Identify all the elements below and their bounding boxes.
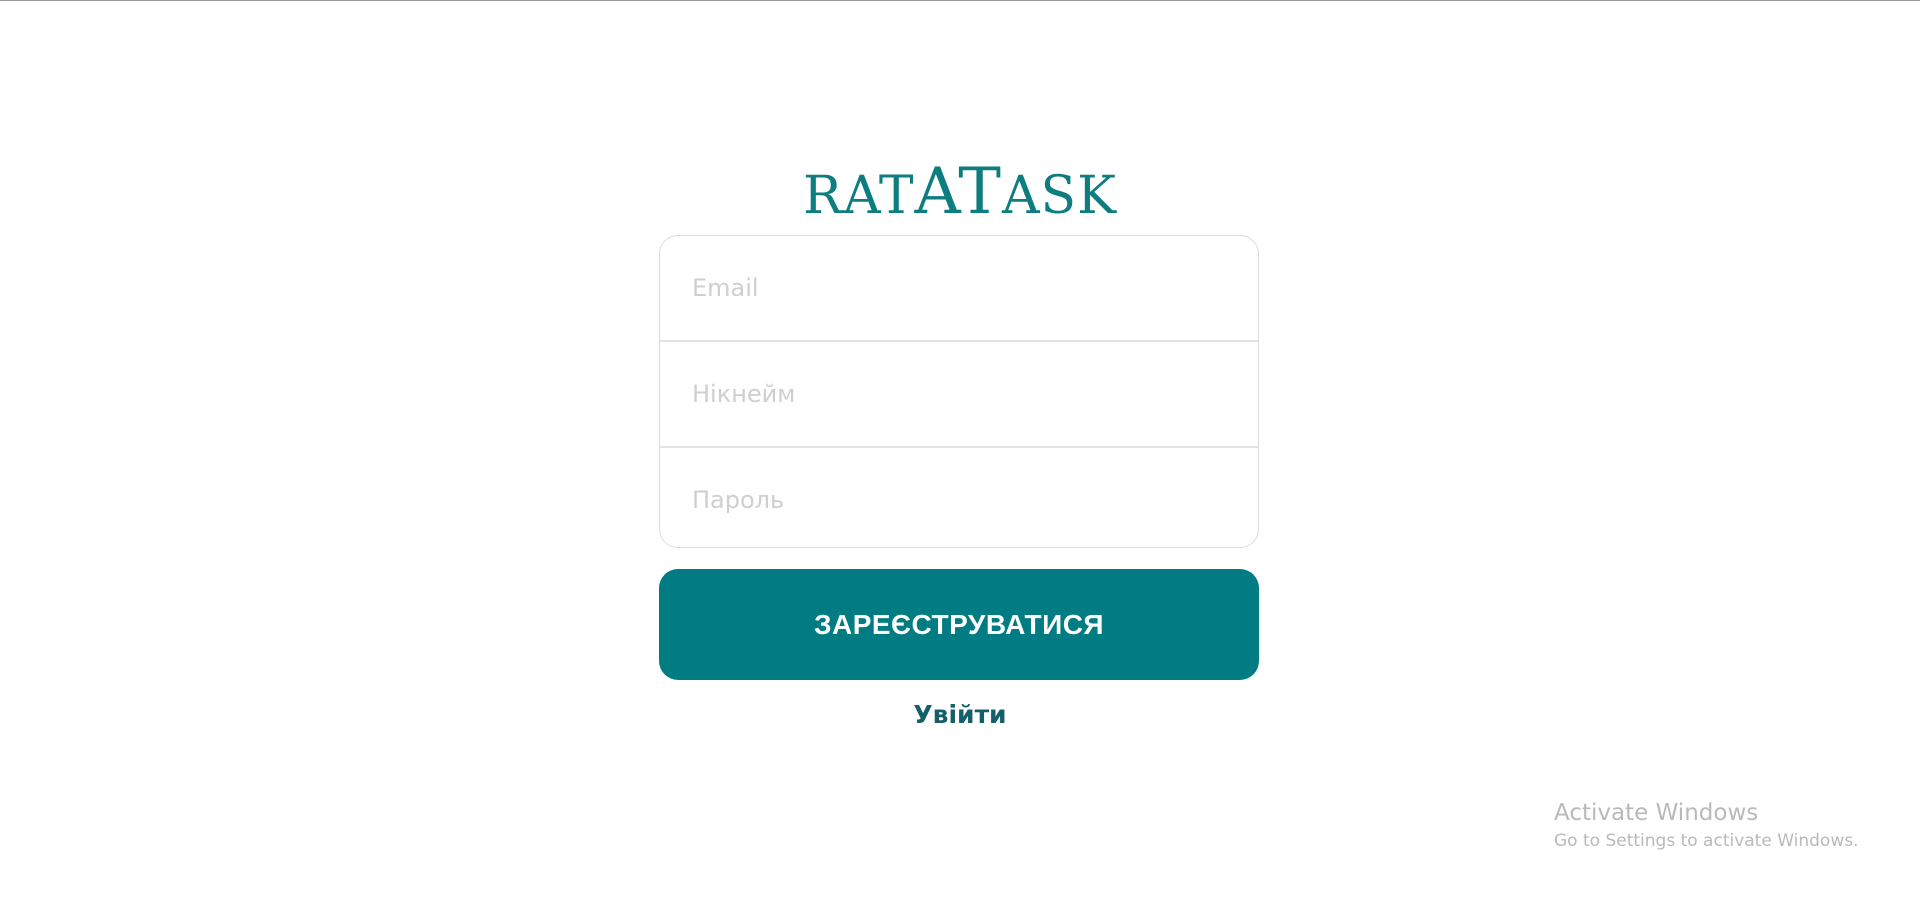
logo-part-at: AT: [914, 155, 1002, 229]
logo-part-ask: ASK: [1001, 166, 1117, 226]
nickname-field[interactable]: [660, 342, 1258, 446]
email-field[interactable]: [660, 236, 1258, 340]
top-border-line: [0, 0, 1920, 1]
watermark-subtitle: Go to Settings to activate Windows.: [1554, 831, 1859, 851]
login-link-label[interactable]: Увійти: [913, 700, 1006, 729]
registration-form: [659, 235, 1259, 548]
ratatask-logo: RATATASK: [0, 160, 1920, 226]
password-field[interactable]: [660, 448, 1258, 547]
login-link: Увійти: [0, 700, 1920, 729]
activate-windows-watermark: Activate Windows Go to Settings to activ…: [1554, 798, 1859, 854]
watermark-title: Activate Windows: [1554, 800, 1759, 826]
logo-part-rat: RAT: [803, 166, 915, 226]
register-button[interactable]: ЗАРЕЄСТРУВАТИСЯ: [659, 569, 1259, 680]
